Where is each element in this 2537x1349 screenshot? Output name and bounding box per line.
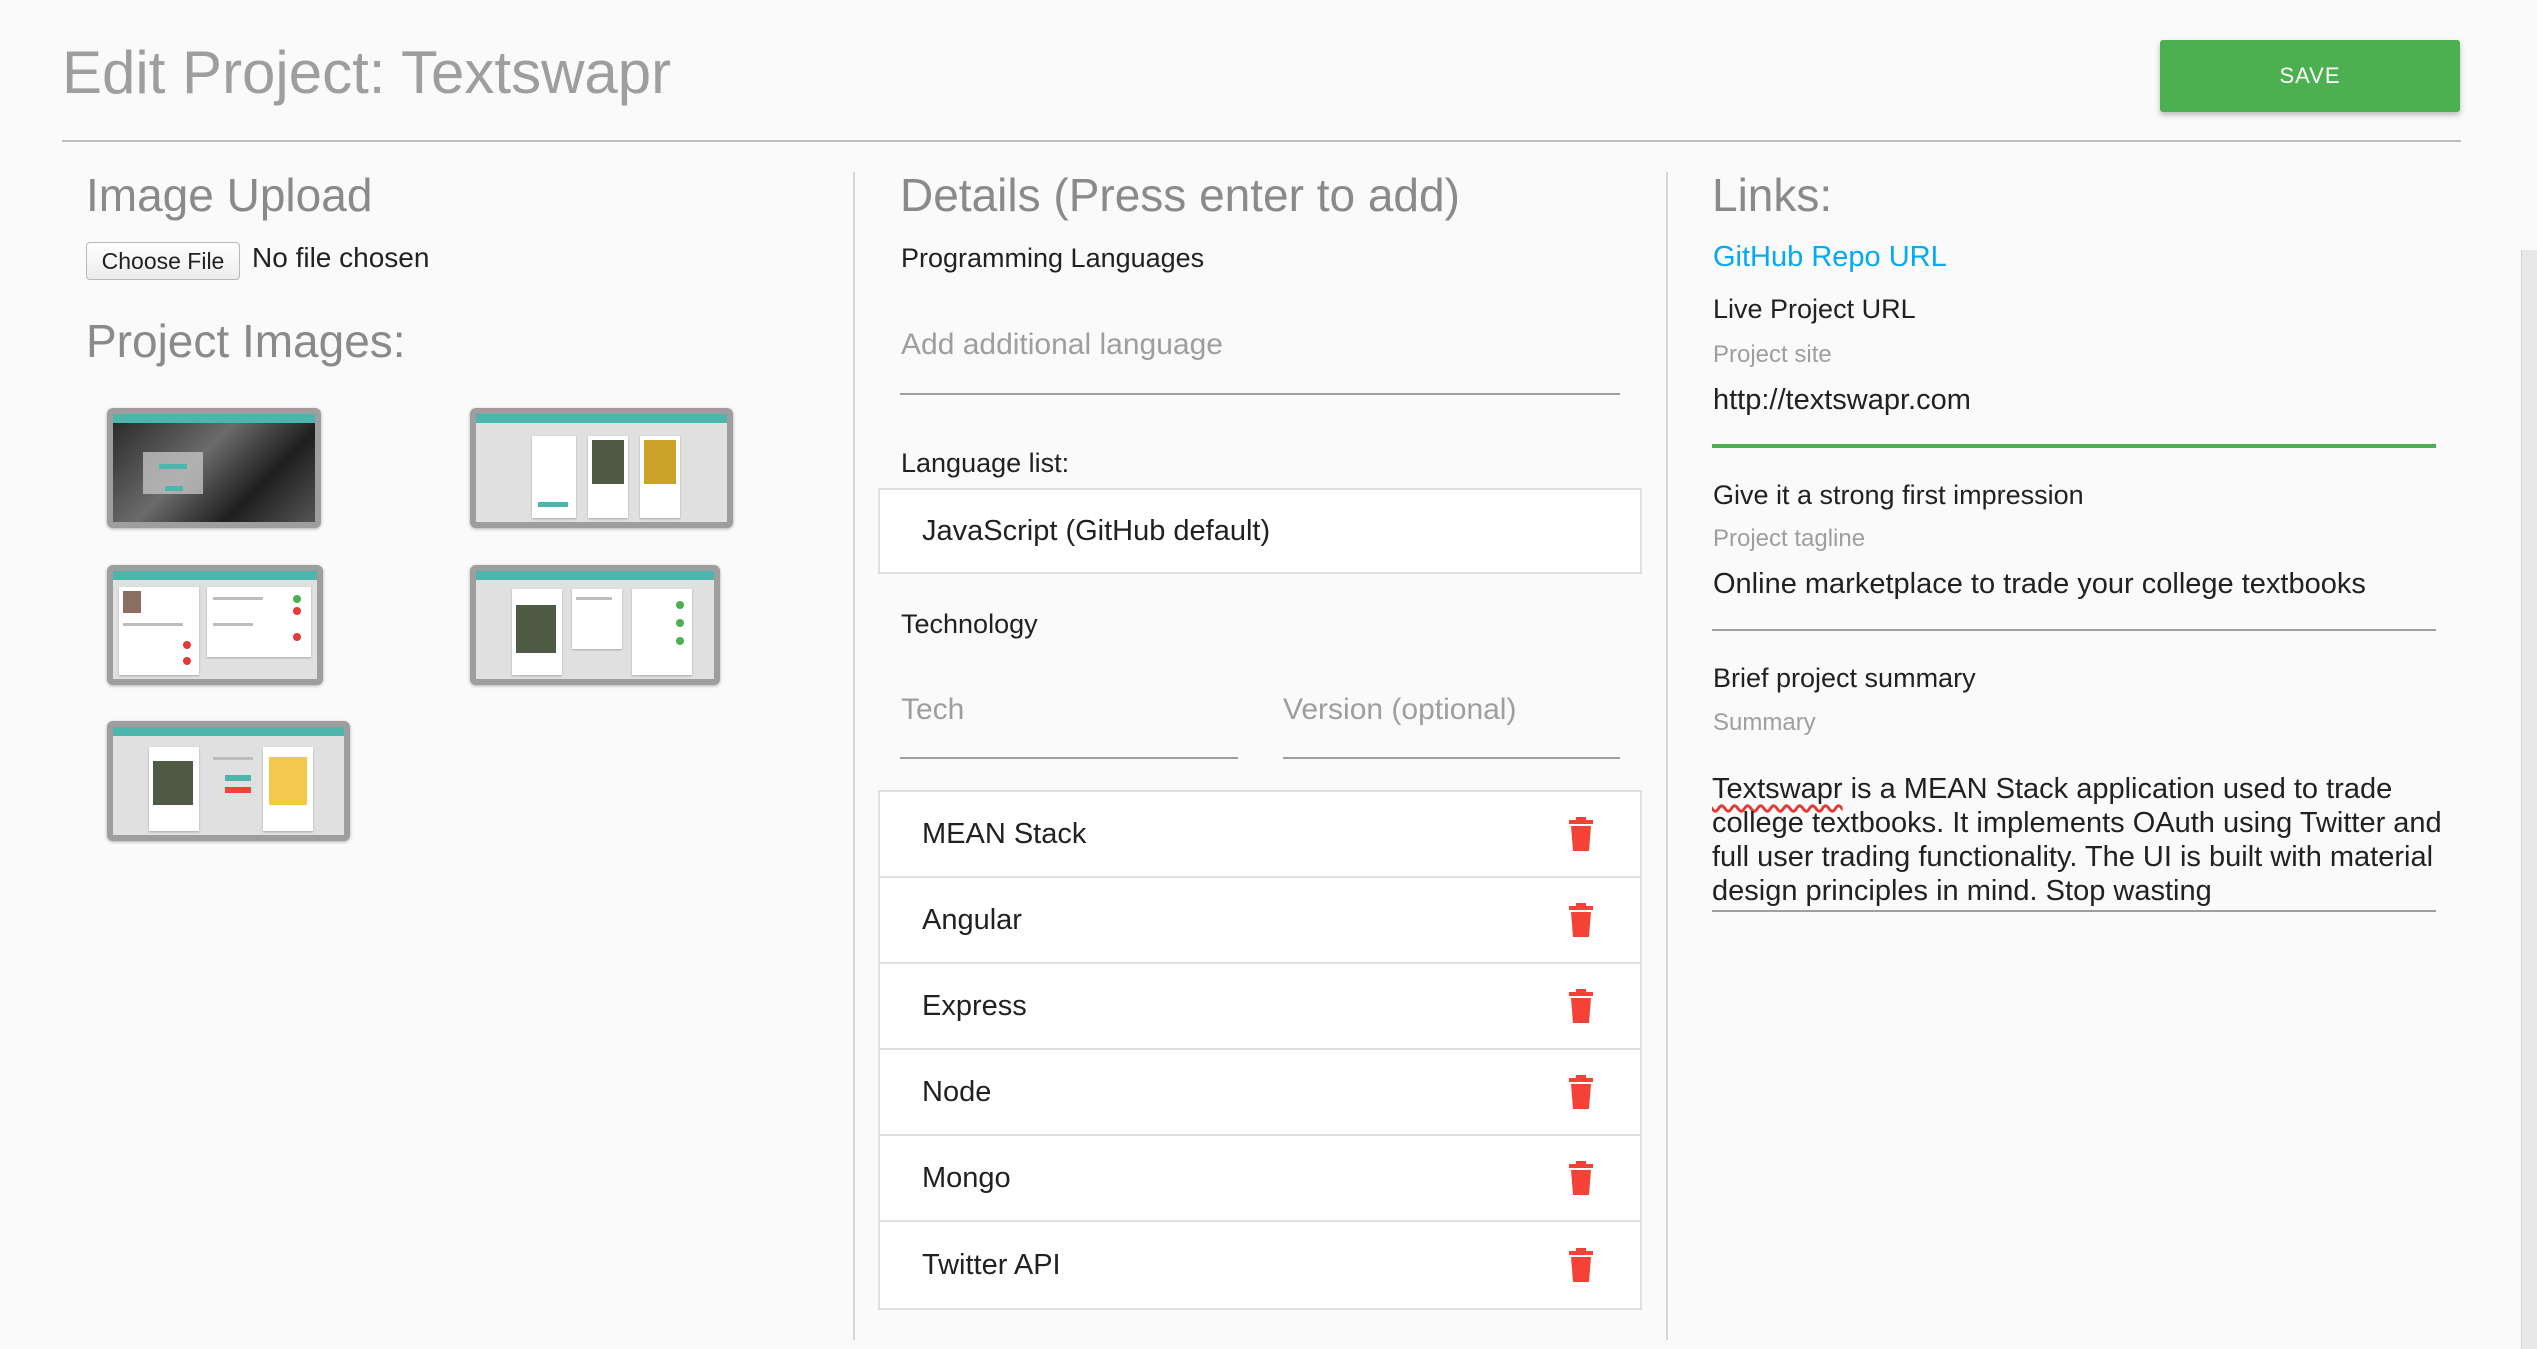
trash-icon[interactable] <box>1568 1248 1594 1282</box>
version-input-underline <box>1283 757 1620 759</box>
links-heading: Links: <box>1712 169 1833 221</box>
project-image-thumbnail[interactable] <box>107 565 323 685</box>
add-language-underline <box>900 393 1620 395</box>
add-language-input[interactable]: Add additional language <box>901 328 1223 362</box>
title-divider <box>62 140 2461 142</box>
column-divider-right <box>1666 172 1668 1340</box>
programming-languages-label: Programming Languages <box>901 243 1205 273</box>
page-scrollbar[interactable] <box>2521 250 2537 1349</box>
project-site-input[interactable]: http://textswapr.com <box>1713 384 1971 417</box>
tech-list-item: MEAN Stack <box>880 792 1640 878</box>
tech-name: Angular <box>922 903 1022 936</box>
tech-name: Twitter API <box>922 1248 1061 1281</box>
project-tagline-label: Project tagline <box>1713 525 1866 552</box>
trash-icon[interactable] <box>1568 817 1594 851</box>
tech-name: Express <box>922 989 1027 1022</box>
tech-input-underline <box>900 757 1238 759</box>
project-site-underline-focused <box>1712 444 2436 448</box>
tech-list-item: Angular <box>880 878 1640 964</box>
image-upload-heading: Image Upload <box>86 169 373 221</box>
version-input[interactable]: Version (optional) <box>1283 693 1516 727</box>
tech-list-item: Mongo <box>880 1136 1640 1222</box>
file-status: No file chosen <box>252 242 430 273</box>
first-impression-label: Give it a strong first impression <box>1713 480 2084 510</box>
tech-name: MEAN Stack <box>922 817 1087 850</box>
github-repo-link[interactable]: GitHub Repo URL <box>1713 241 1947 274</box>
project-tagline-input[interactable]: Online marketplace to trade your college… <box>1713 568 2366 601</box>
tech-list-item: Twitter API <box>880 1222 1640 1308</box>
details-heading: Details (Press enter to add) <box>900 169 1460 221</box>
project-images-heading: Project Images: <box>86 315 406 367</box>
live-project-label: Live Project URL <box>1713 294 1916 324</box>
summary-textarea[interactable]: Textswapr is a MEAN Stack application us… <box>1712 772 2452 908</box>
technology-label: Technology <box>901 609 1038 639</box>
project-image-thumbnail[interactable] <box>470 565 720 685</box>
project-tagline-underline <box>1712 629 2436 631</box>
technology-list: MEAN Stack Angular Express Node Mongo Tw… <box>878 790 1642 1310</box>
project-image-thumbnail[interactable] <box>470 408 733 528</box>
tech-list-item: Node <box>880 1050 1640 1136</box>
trash-icon[interactable] <box>1568 1075 1594 1109</box>
language-list-label: Language list: <box>901 448 1070 478</box>
project-site-label: Project site <box>1713 341 1832 368</box>
tech-name: Node <box>922 1075 992 1108</box>
summary-underline <box>1712 910 2436 912</box>
summary-label: Summary <box>1713 709 1816 736</box>
summary-misspelled-word: Textswapr <box>1712 773 1843 805</box>
choose-file-button[interactable]: Choose File <box>86 242 240 280</box>
save-button[interactable]: SAVE <box>2160 40 2460 112</box>
trash-icon[interactable] <box>1568 1161 1594 1195</box>
column-divider-left <box>853 172 855 1340</box>
tech-name: Mongo <box>922 1161 1011 1194</box>
summary-heading: Brief project summary <box>1713 663 1976 693</box>
page-title: Edit Project: Textswapr <box>62 39 672 106</box>
tech-input[interactable]: Tech <box>901 693 964 727</box>
trash-icon[interactable] <box>1568 903 1594 937</box>
trash-icon[interactable] <box>1568 989 1594 1023</box>
tech-list-item: Express <box>880 964 1640 1050</box>
project-image-thumbnail[interactable] <box>107 408 321 528</box>
language-list-item: JavaScript (GitHub default) <box>878 488 1642 574</box>
project-image-thumbnail[interactable] <box>107 721 350 841</box>
